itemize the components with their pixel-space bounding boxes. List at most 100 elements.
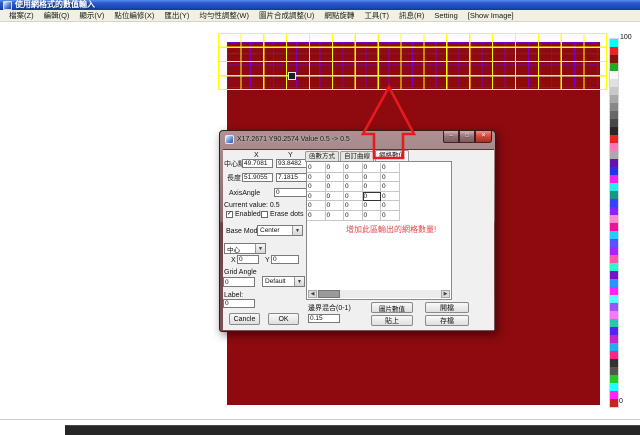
grid-cell[interactable]: 0 xyxy=(326,163,345,173)
menu-item[interactable]: 工具(T) xyxy=(359,10,394,22)
grid-cell[interactable]: 0 xyxy=(363,182,382,192)
grid-angle-mode-select[interactable]: Default ▼ xyxy=(262,276,305,287)
base-mode-value: Center xyxy=(260,227,280,234)
offset-y-input[interactable] xyxy=(271,255,299,264)
offset-x-input[interactable] xyxy=(237,255,259,264)
menu-item[interactable]: 圖片合成調整(U) xyxy=(254,10,319,22)
menu-item[interactable]: 均勻性調整(W) xyxy=(194,10,254,22)
image-values-button[interactable]: 圖片數值 xyxy=(371,302,413,313)
cancel-button[interactable]: Cancle xyxy=(229,313,260,325)
grid-cell[interactable]: 0 xyxy=(344,211,363,221)
menu-item[interactable]: 檔案(Z) xyxy=(4,10,39,22)
grid-cell[interactable]: 0 xyxy=(307,163,326,173)
grid-cell[interactable]: 0 xyxy=(307,192,326,202)
value-grid-table: 000000000000000000000000000000 xyxy=(307,163,400,221)
grid-cell[interactable]: 0 xyxy=(344,173,363,183)
scale-max-label: 100 xyxy=(620,34,632,41)
maximize-button[interactable]: □ xyxy=(459,131,475,143)
menu-item[interactable]: 網點旋轉 xyxy=(319,10,359,22)
grid-cell[interactable]: 0 xyxy=(326,173,345,183)
palette-color-band xyxy=(610,399,618,407)
scroll-thumb[interactable] xyxy=(318,290,340,298)
grid-cell[interactable]: 0 xyxy=(381,163,400,173)
ok-button[interactable]: OK xyxy=(268,313,299,325)
chevron-down-icon: ▼ xyxy=(294,277,304,286)
palette-color-band xyxy=(610,199,618,207)
grid-cell[interactable]: 0 xyxy=(307,201,326,211)
grid-cell[interactable]: 0 xyxy=(363,211,382,221)
enabled-checkbox[interactable]: ✓ xyxy=(226,211,233,218)
scale-min-label: 0 xyxy=(619,398,623,405)
palette-color-band xyxy=(610,295,618,303)
grid-cell[interactable]: 0 xyxy=(307,173,326,183)
grid-cell[interactable]: 0 xyxy=(326,211,345,221)
grid-cell[interactable]: 0 xyxy=(381,192,400,202)
grid-cell[interactable]: 0 xyxy=(344,192,363,202)
grid-cell[interactable]: 0 xyxy=(307,182,326,192)
palette-color-band xyxy=(610,111,618,119)
menu-item[interactable]: 訊息(R) xyxy=(394,10,429,22)
scroll-track[interactable] xyxy=(340,290,441,298)
horizontal-scrollbar[interactable]: ◀ ▶ xyxy=(308,290,450,298)
menu-item[interactable]: 匯出(Y) xyxy=(159,10,194,22)
menu-item[interactable]: 顯示(V) xyxy=(74,10,109,22)
palette-color-band xyxy=(610,335,618,343)
grid-angle-label: Grid Angle xyxy=(224,269,257,277)
grid-cell[interactable]: 0 xyxy=(344,163,363,173)
palette-color-band xyxy=(610,183,618,191)
axis-angle-input[interactable] xyxy=(274,188,307,197)
palette-color-band xyxy=(610,287,618,295)
minimize-button[interactable]: – xyxy=(443,131,459,143)
paste-button[interactable]: 貼上 xyxy=(371,315,413,326)
grid-cell[interactable]: 0 xyxy=(307,211,326,221)
grid-cell[interactable]: 0 xyxy=(326,192,345,202)
boundary-blend-input[interactable] xyxy=(308,314,340,323)
palette-color-band xyxy=(610,223,618,231)
grid-cell[interactable]: 0 xyxy=(344,182,363,192)
save-file-button[interactable]: 存檔 xyxy=(425,315,469,326)
grid-cell[interactable]: 0 xyxy=(381,201,400,211)
annotation-text: 增加此區輸出的網格數量! xyxy=(346,224,436,235)
offset-y-label: Y xyxy=(265,257,270,265)
axis-angle-label: AxisAngle xyxy=(229,190,260,198)
scroll-right-button[interactable]: ▶ xyxy=(441,290,450,298)
menubar: 檔案(Z)編輯(Q)顯示(V)點位編修(X)匯出(Y)均勻性調整(W)圖片合成調… xyxy=(0,10,640,22)
grid-cell[interactable]: 0 xyxy=(363,201,382,211)
label-input[interactable] xyxy=(223,299,255,308)
grid-cell[interactable]: 0 xyxy=(363,173,382,183)
palette-color-band xyxy=(610,159,618,167)
base-mode-select[interactable]: Center ▼ xyxy=(257,225,303,236)
chevron-down-icon: ▼ xyxy=(292,226,302,235)
grid-cell[interactable]: 0 xyxy=(363,163,382,173)
palette-color-band xyxy=(610,247,618,255)
grid-cell[interactable]: 0 xyxy=(363,192,382,202)
grid-cell[interactable]: 0 xyxy=(344,201,363,211)
palette-color-band xyxy=(610,167,618,175)
menu-item[interactable]: [Show Image] xyxy=(463,10,519,22)
palette-color-band xyxy=(610,367,618,375)
close-button[interactable]: ✕ xyxy=(475,131,492,143)
menu-item[interactable]: 編輯(Q) xyxy=(39,10,75,22)
center-x-input[interactable] xyxy=(242,159,273,168)
menu-item[interactable]: Setting xyxy=(429,10,462,22)
length-x-input[interactable] xyxy=(242,173,273,182)
anchor-select[interactable]: 中心 ▼ xyxy=(224,243,266,254)
erase-dots-checkbox[interactable] xyxy=(261,211,268,218)
grid-cell[interactable]: 0 xyxy=(381,182,400,192)
palette-color-band xyxy=(610,359,618,367)
grid-angle-input[interactable] xyxy=(223,277,255,287)
value-table-panel: 000000000000000000000000000000 增加此區輸出的網格… xyxy=(306,161,452,300)
menu-item[interactable]: 點位編修(X) xyxy=(109,10,159,22)
grid-cell[interactable]: 0 xyxy=(381,211,400,221)
enabled-label: Enabled xyxy=(235,211,261,219)
center-y-input[interactable] xyxy=(276,159,307,168)
app-icon xyxy=(3,1,12,10)
length-y-input[interactable] xyxy=(276,173,307,182)
color-scale xyxy=(609,38,619,408)
grid-cell[interactable]: 0 xyxy=(326,182,345,192)
grid-cell[interactable]: 0 xyxy=(326,201,345,211)
grid-cell[interactable]: 0 xyxy=(381,173,400,183)
open-file-button[interactable]: 開檔 xyxy=(425,302,469,313)
scroll-left-button[interactable]: ◀ xyxy=(308,290,317,298)
palette-color-band xyxy=(610,39,618,47)
